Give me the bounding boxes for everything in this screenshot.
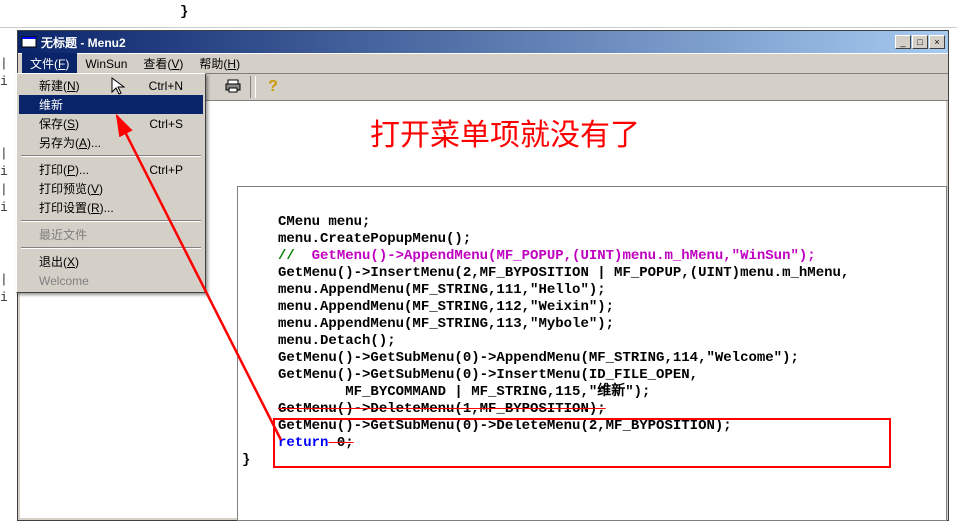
annotation-highlight-box bbox=[273, 418, 891, 468]
code-line: GetMenu()->DeleteMenu(1,MF_BYPOSITION); bbox=[278, 401, 606, 417]
menu-view[interactable]: 查看(V) bbox=[135, 53, 191, 74]
titlebar[interactable]: 无标题 - Menu2 _ □ × bbox=[18, 31, 948, 53]
code-line: MF_BYCOMMAND | MF_STRING,115,"维新"); bbox=[278, 384, 650, 400]
minimize-button[interactable]: _ bbox=[895, 35, 911, 49]
close-button[interactable]: × bbox=[929, 35, 945, 49]
toolbar-separator bbox=[250, 76, 256, 98]
menubar: 文件(F) WinSun 查看(V) 帮助(H) bbox=[18, 53, 948, 73]
code-line: GetMenu()->GetSubMenu(0)->InsertMenu(ID_… bbox=[278, 367, 698, 383]
code-line: menu.AppendMenu(MF_STRING,113,"Mybole"); bbox=[278, 316, 614, 332]
app-icon bbox=[21, 34, 37, 50]
menu-item-welcome: Welcome bbox=[19, 271, 203, 290]
menu-item-print[interactable]: 打印(P)... Ctrl+P bbox=[19, 160, 203, 179]
maximize-button[interactable]: □ bbox=[912, 35, 928, 49]
code-line: } bbox=[242, 452, 250, 468]
print-button[interactable] bbox=[222, 76, 244, 98]
code-line: GetMenu()->InsertMenu(2,MF_BYPOSITION | … bbox=[278, 265, 849, 281]
code-line: menu.CreatePopupMenu(); bbox=[278, 231, 471, 247]
code-line: menu.AppendMenu(MF_STRING,111,"Hello"); bbox=[278, 282, 606, 298]
menu-separator bbox=[21, 247, 201, 249]
menu-item-recent: 最近文件 bbox=[19, 225, 203, 244]
help-button[interactable]: ? bbox=[262, 76, 284, 98]
code-editor-panel[interactable]: CMenu menu; menu.CreatePopupMenu(); // G… bbox=[237, 186, 947, 521]
annotation-text: 打开菜单项就没有了 bbox=[370, 110, 640, 154]
menu-file[interactable]: 文件(F) bbox=[22, 53, 77, 74]
menu-item-new[interactable]: 新建(N) Ctrl+N bbox=[19, 76, 203, 95]
background-editor-sliver: } bbox=[0, 0, 957, 28]
help-icon: ? bbox=[268, 78, 278, 96]
menu-help[interactable]: 帮助(H) bbox=[191, 53, 248, 74]
code-line: CMenu menu; bbox=[278, 214, 370, 230]
menu-winsun[interactable]: WinSun bbox=[77, 55, 135, 73]
file-dropdown-menu: 新建(N) Ctrl+N 维新 保存(S) Ctrl+S 另存为(A)... 打… bbox=[16, 73, 206, 293]
menu-separator bbox=[21, 220, 201, 222]
menu-item-save[interactable]: 保存(S) Ctrl+S bbox=[19, 114, 203, 133]
menu-item-exit[interactable]: 退出(X) bbox=[19, 252, 203, 271]
menu-separator bbox=[21, 155, 201, 157]
code-line: menu.AppendMenu(MF_STRING,112,"Weixin"); bbox=[278, 299, 614, 315]
menu-item-saveas[interactable]: 另存为(A)... bbox=[19, 133, 203, 152]
print-icon bbox=[225, 78, 241, 97]
code-line: GetMenu()->GetSubMenu(0)->AppendMenu(MF_… bbox=[278, 350, 799, 366]
code-line: menu.Detach(); bbox=[278, 333, 396, 349]
menu-item-print-preview[interactable]: 打印预览(V) bbox=[19, 179, 203, 198]
window-buttons: _ □ × bbox=[895, 35, 945, 49]
menu-item-weixin[interactable]: 维新 bbox=[19, 95, 203, 114]
window-title: 无标题 - Menu2 bbox=[41, 34, 895, 51]
code-comment: // GetMenu()->AppendMenu(MF_POPUP,(UINT)… bbox=[278, 248, 816, 264]
left-gutter-fragments: |i | i|i |i bbox=[0, 55, 16, 307]
menu-item-print-setup[interactable]: 打印设置(R)... bbox=[19, 198, 203, 217]
bg-code-line: } bbox=[180, 4, 188, 20]
